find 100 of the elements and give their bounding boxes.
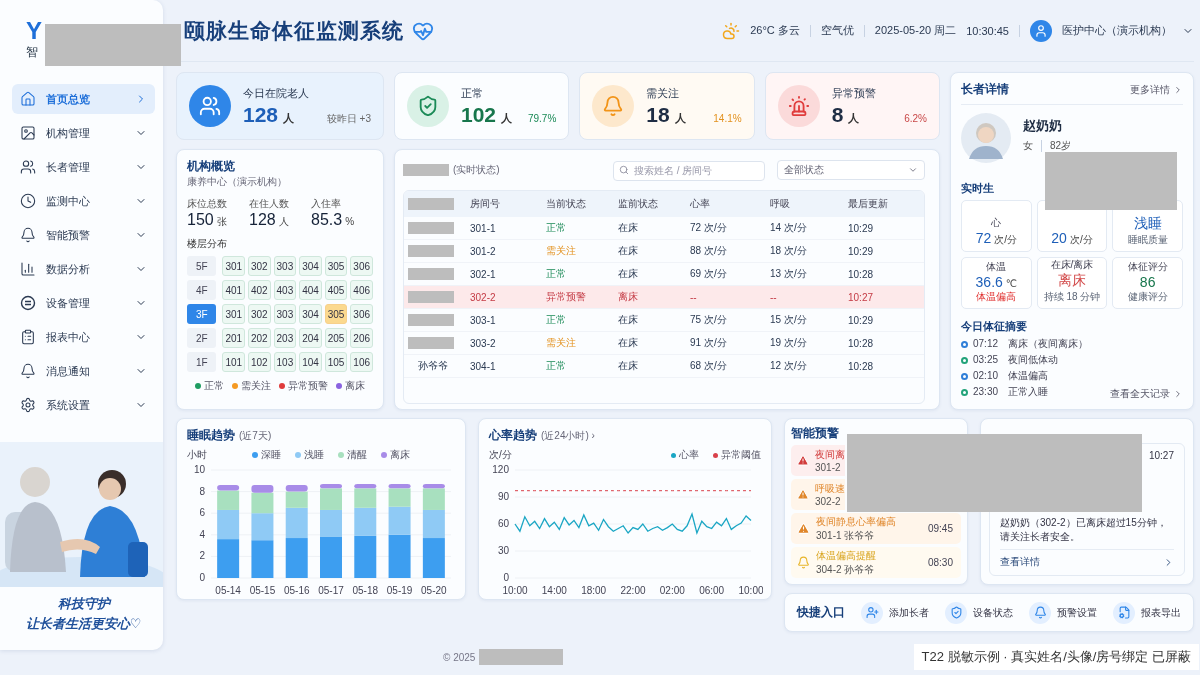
nav-item[interactable]: 系统设置 bbox=[12, 390, 155, 420]
room-tile[interactable]: 106 bbox=[350, 352, 373, 372]
quick-entry-button[interactable]: 添加长者 bbox=[861, 601, 929, 624]
vital-label: 在床/离床 bbox=[1050, 258, 1094, 272]
more-details-link[interactable]: 更多详情 bbox=[1130, 82, 1183, 97]
axis-tick-label: 2 bbox=[199, 550, 205, 562]
alert-item[interactable]: 夜间静息心率偏高 301-1 张爷爷 09:45 bbox=[791, 513, 961, 544]
nav-item[interactable]: 数据分析 bbox=[12, 254, 155, 284]
nav-item[interactable]: 机构管理 bbox=[12, 118, 155, 148]
room-tile[interactable]: 203 bbox=[273, 328, 297, 348]
room-tile[interactable]: 301 bbox=[222, 304, 245, 324]
quick-entry-button[interactable]: 设备状态 bbox=[945, 601, 1013, 624]
user-name[interactable]: 医护中心（演示机构） bbox=[1062, 23, 1172, 38]
table-cell-text: 302-1 bbox=[470, 268, 497, 280]
room-tile[interactable]: 201 bbox=[222, 328, 245, 348]
room-tile[interactable]: 104 bbox=[299, 352, 322, 372]
status-select[interactable]: 全部状态 bbox=[777, 160, 925, 180]
room-tile[interactable]: 206 bbox=[350, 328, 373, 348]
room-tile[interactable]: 202 bbox=[248, 328, 271, 348]
bar-chart-icon bbox=[20, 261, 36, 277]
room-tile[interactable]: 103 bbox=[273, 352, 297, 372]
room-tile[interactable]: 304 bbox=[299, 256, 322, 276]
nav-item[interactable]: 报表中心 bbox=[12, 322, 155, 352]
axis-tick-label: 90 bbox=[497, 491, 509, 502]
nav-item[interactable]: 监测中心 bbox=[12, 186, 155, 216]
room-tile[interactable]: 301 bbox=[222, 256, 245, 276]
summary-item: 03:25 夜间低体动 bbox=[961, 353, 1183, 367]
column-header: 当前状态 bbox=[546, 197, 587, 211]
table-row[interactable]: 301-1 正常 在床 72 次/分 14 次/分 10:29 bbox=[404, 217, 924, 240]
column-header: 最后更新 bbox=[848, 197, 889, 211]
search-field[interactable]: 搜索姓名 / 房间号 bbox=[613, 160, 765, 181]
room-tile[interactable]: 305 bbox=[324, 256, 348, 276]
alert-item[interactable]: 呼吸速 302-2 bbox=[791, 479, 845, 510]
room-tile[interactable]: 303 bbox=[273, 256, 297, 276]
room-tile[interactable]: 305 bbox=[324, 304, 348, 324]
room-tile[interactable]: 303 bbox=[273, 304, 297, 324]
card-title: 心率趋势 bbox=[489, 427, 537, 444]
nav-item[interactable]: 长者管理 bbox=[12, 152, 155, 182]
section-title: 实时生 bbox=[961, 181, 994, 196]
table-row[interactable]: 301-2 需关注 在床 88 次/分 18 次/分 10:29 bbox=[404, 240, 924, 263]
view-details-link[interactable]: 查看详情 bbox=[1000, 549, 1174, 569]
room-tile[interactable]: 205 bbox=[324, 328, 348, 348]
room-tile[interactable]: 304 bbox=[299, 304, 322, 324]
room-tile[interactable]: 401 bbox=[222, 280, 245, 300]
alert-item[interactable]: 夜间离 301-2 bbox=[791, 445, 845, 476]
logo-mark: Y bbox=[26, 18, 42, 44]
table-cell-text: 正常 bbox=[546, 313, 567, 327]
room-tile[interactable]: 102 bbox=[248, 352, 271, 372]
stat-label: 正常 bbox=[461, 85, 484, 101]
table-row[interactable]: 孙爷爷 304-1 正常 在床 68 次/分 12 次/分 10:28 bbox=[404, 355, 924, 378]
room-tile[interactable]: 101 bbox=[222, 352, 245, 372]
floor-tab[interactable]: 2F bbox=[187, 328, 217, 348]
room-tile[interactable]: 403 bbox=[273, 280, 297, 300]
redaction-block bbox=[408, 198, 454, 210]
table-cell-text: 10:29 bbox=[848, 222, 875, 234]
table-cell-text: 72 次/分 bbox=[690, 221, 728, 235]
all-records-link[interactable]: 查看全天记录 bbox=[1110, 387, 1183, 401]
card-title: 智能预警 bbox=[791, 425, 840, 442]
vital-note: 体温偏高 bbox=[976, 290, 1017, 304]
nav-item[interactable]: 消息通知 bbox=[12, 356, 155, 386]
vital-label: 心 bbox=[991, 216, 1002, 230]
room-tile[interactable]: 405 bbox=[324, 280, 348, 300]
nav-item[interactable]: 首页总览 bbox=[12, 84, 155, 114]
axis-tick-label: 05-15 bbox=[249, 585, 276, 596]
room-tile[interactable]: 204 bbox=[299, 328, 322, 348]
table-cell-text: 异常预警 bbox=[546, 290, 587, 304]
device-icon bbox=[20, 295, 36, 311]
table-cell-text: 75 次/分 bbox=[690, 313, 728, 327]
user-avatar-icon[interactable] bbox=[1030, 19, 1052, 42]
floor-tab[interactable]: 4F bbox=[187, 280, 217, 300]
floor-tab[interactable]: 5F bbox=[187, 256, 217, 276]
nav-item[interactable]: 设备管理 bbox=[12, 288, 155, 318]
table-row[interactable]: 303-2 需关注 在床 91 次/分 19 次/分 10:28 bbox=[404, 332, 924, 355]
room-tile[interactable]: 306 bbox=[350, 304, 373, 324]
room-tile[interactable]: 302 bbox=[248, 256, 271, 276]
table-row[interactable]: 303-1 正常 在床 75 次/分 15 次/分 10:29 bbox=[404, 309, 924, 332]
column-header: 呼吸 bbox=[770, 197, 791, 211]
room-tile[interactable]: 402 bbox=[248, 280, 271, 300]
room-tile[interactable]: 406 bbox=[350, 280, 373, 300]
vital-note: 健康评分 bbox=[1127, 290, 1168, 304]
room-tile[interactable]: 105 bbox=[324, 352, 348, 372]
warning-icon bbox=[797, 522, 810, 535]
axis-tick-label: 6 bbox=[199, 507, 205, 519]
floor-tab[interactable]: 3F bbox=[187, 304, 217, 324]
room-tile[interactable]: 306 bbox=[350, 256, 373, 276]
axis-tick-label: 10:00 bbox=[502, 585, 528, 596]
warning-icon bbox=[797, 454, 809, 467]
alert-item[interactable]: 体温偏高提醒 304-2 孙爷爷 08:30 bbox=[791, 547, 961, 578]
table-cell-text: 正常 bbox=[546, 221, 567, 235]
shield-check-icon bbox=[407, 85, 449, 127]
quick-entry-button[interactable]: 报表导出 bbox=[1113, 601, 1181, 624]
table-row[interactable]: 302-2 异常预警 离床 -- -- 10:27 bbox=[404, 286, 924, 309]
quick-entry-button[interactable]: 预警设置 bbox=[1029, 601, 1097, 624]
room-tile[interactable]: 404 bbox=[299, 280, 322, 300]
axis-tick-label: 14:00 bbox=[541, 585, 567, 596]
section-title: 今日体征摘要 bbox=[961, 319, 1027, 334]
room-tile[interactable]: 302 bbox=[248, 304, 271, 324]
nav-item[interactable]: 智能预警 bbox=[12, 220, 155, 250]
bar-segment bbox=[285, 538, 308, 578]
floor-tab[interactable]: 1F bbox=[187, 352, 217, 372]
